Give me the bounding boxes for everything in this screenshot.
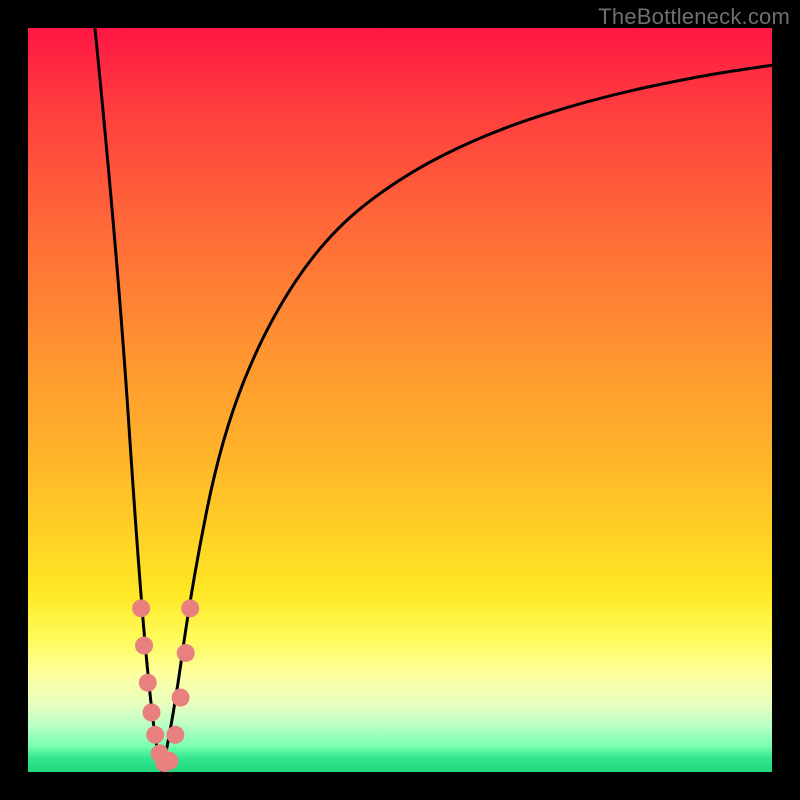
chart-frame: TheBottleneck.com	[0, 0, 800, 800]
plot-area	[28, 28, 772, 772]
chart-svg	[28, 28, 772, 772]
watermark-text: TheBottleneck.com	[598, 4, 790, 30]
marker-dot	[139, 674, 157, 692]
right-branch-line	[162, 65, 772, 772]
marker-dot	[146, 726, 164, 744]
marker-dot	[166, 726, 184, 744]
curve-group	[95, 28, 772, 772]
marker-dot	[143, 703, 161, 721]
left-branch-line	[95, 28, 162, 772]
marker-dot	[177, 644, 195, 662]
marker-dot	[181, 599, 199, 617]
marker-dot	[172, 689, 190, 707]
marker-dot	[135, 637, 153, 655]
marker-dot	[160, 752, 178, 770]
marker-dot	[132, 599, 150, 617]
